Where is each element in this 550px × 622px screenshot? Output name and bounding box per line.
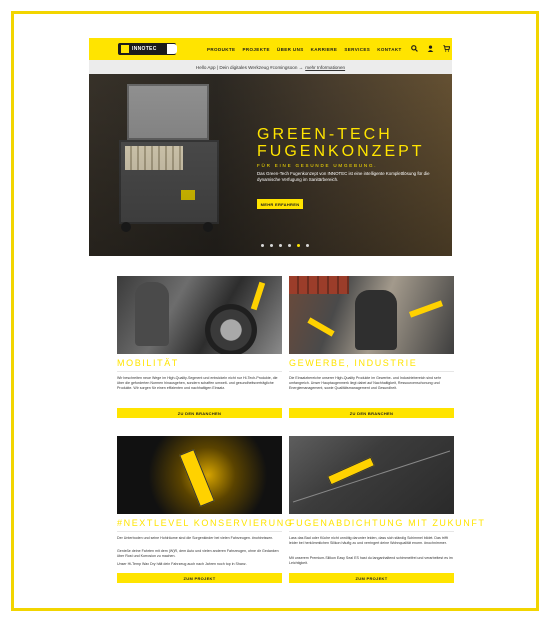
card-divider	[117, 371, 282, 372]
card-divider	[289, 371, 454, 372]
menu-item-ueber-uns[interactable]: ÜBER UNS	[277, 47, 304, 52]
card-text: Genieße deine Fahrten mit dem (W)R, dem …	[117, 549, 279, 558]
card-divider	[117, 531, 282, 532]
brand-logo[interactable]: INNOTEC	[118, 43, 177, 55]
menu-item-projekte[interactable]: PROJEKTE	[242, 47, 269, 52]
website-page: INNOTEC PRODUKTE PROJEKTE ÜBER UNS KARRI…	[89, 38, 484, 608]
frame-border-right	[536, 11, 539, 611]
card-button-projekt[interactable]: ZUM PROJEKT	[117, 573, 282, 583]
card-text: Der Unterboden und seine Hohlräume sind …	[117, 536, 274, 540]
card-button-branchen[interactable]: ZU DEN BRANCHEN	[289, 408, 454, 418]
card-fugenabdichtung: FUGENABDICHTUNG MIT ZUKUNFT Lass das Bad…	[289, 436, 484, 583]
card-title: FUGENABDICHTUNG MIT ZUKUNFT	[289, 518, 486, 528]
slider-dot[interactable]	[279, 244, 282, 247]
worker-figure	[355, 290, 397, 350]
logo-tab-shape	[167, 44, 177, 54]
hero-description: Das Green-Tech Fugenkonzept von INNOTEC …	[257, 171, 430, 182]
menu-item-services[interactable]: SERVICES	[344, 47, 370, 52]
car-wheel	[205, 304, 257, 354]
card-button-branchen[interactable]: ZU DEN BRANCHEN	[117, 408, 282, 418]
hero-title: GREEN-TECH FUGENKONZEPT	[257, 126, 425, 160]
spray-can	[179, 449, 215, 507]
card-button-projekt[interactable]: ZUM PROJEKT	[289, 573, 454, 583]
top-navigation: INNOTEC PRODUKTE PROJEKTE ÜBER UNS KARRI…	[89, 38, 452, 60]
caulk-gun	[408, 300, 444, 318]
card-text: Die Einsatzbereiche unserer High-Quality…	[289, 376, 442, 390]
card-text: Lass das Bad oder Küche nicht unnötig da…	[289, 536, 448, 545]
sealant-cartridge	[327, 456, 375, 486]
card-title: MOBILITÄT	[117, 358, 179, 368]
user-icon[interactable]	[427, 45, 434, 53]
card-title: GEWERBE, INDUSTRIE	[289, 358, 418, 368]
slider-dot-active[interactable]	[297, 244, 300, 247]
card-divider	[289, 531, 454, 532]
slider-dot[interactable]	[288, 244, 291, 247]
card-image-worker	[289, 276, 454, 354]
product-can	[250, 281, 266, 311]
search-icon[interactable]	[410, 45, 418, 53]
logo-text: INNOTEC	[132, 46, 157, 52]
card-text: Wir beschreiten neue Wege im High-Qualit…	[117, 376, 278, 390]
hero-cta-button[interactable]: MEHR ERFAHREN	[257, 199, 303, 209]
logo-mark-icon	[121, 45, 129, 53]
frame-border-bottom	[11, 608, 539, 611]
card-title: #NEXTLEVEL KONSERVIERUNG	[117, 518, 294, 528]
hero-subtitle: FÜR EINE GESUNDE UMGEBUNG.	[257, 163, 378, 168]
card-image-spray-can	[117, 436, 282, 514]
slider-dots	[261, 244, 309, 247]
announcement-link[interactable]: mehr Informationen	[305, 65, 345, 70]
main-menu: PRODUKTE PROJEKTE ÜBER UNS KARRIERE SERV…	[207, 38, 450, 60]
announcement-text: Hello App | Dein digitales Werkzeug #com…	[195, 64, 304, 70]
menu-item-produkte[interactable]: PRODUKTE	[207, 47, 235, 52]
card-text: Unser Hi-Temp Wax Dry hält dein Fahrzeug…	[117, 562, 247, 566]
menu-item-kontakt[interactable]: KONTAKT	[377, 47, 401, 52]
card-mobilitaet: MOBILITÄT Wir beschreiten neue Wege im H…	[117, 276, 282, 418]
slider-dot[interactable]	[261, 244, 264, 247]
card-gewerbe-industrie: GEWERBE, INDUSTRIE Die Einsatzbereiche u…	[289, 276, 454, 418]
product-tube	[307, 317, 335, 337]
card-image-sealant	[289, 436, 454, 514]
brick-wall	[289, 276, 349, 294]
slider-dot[interactable]	[306, 244, 309, 247]
frame-border-top	[11, 11, 539, 14]
announcement-bar: Hello App | Dein digitales Werkzeug #com…	[89, 60, 452, 74]
menu-item-karriere[interactable]: KARRIERE	[311, 47, 338, 52]
mechanic-figure	[135, 282, 169, 346]
card-text: Mit unserem Premium-Silikon Easy Seal ES…	[289, 556, 453, 565]
hero-title-line2: FUGENKONZEPT	[257, 143, 425, 160]
hero-slider: GREEN-TECH FUGENKONZEPT FÜR EINE GESUNDE…	[89, 74, 452, 256]
card-nextlevel-konservierung: #NEXTLEVEL KONSERVIERUNG Der Unterboden …	[117, 436, 292, 583]
frame-border-left	[11, 11, 14, 611]
cart-icon[interactable]	[443, 45, 450, 53]
slider-dot[interactable]	[270, 244, 273, 247]
card-image-mechanic	[117, 276, 282, 354]
hero-title-line1: GREEN-TECH	[257, 126, 393, 143]
screenshot-frame: INNOTEC PRODUKTE PROJEKTE ÜBER UNS KARRI…	[0, 0, 550, 622]
